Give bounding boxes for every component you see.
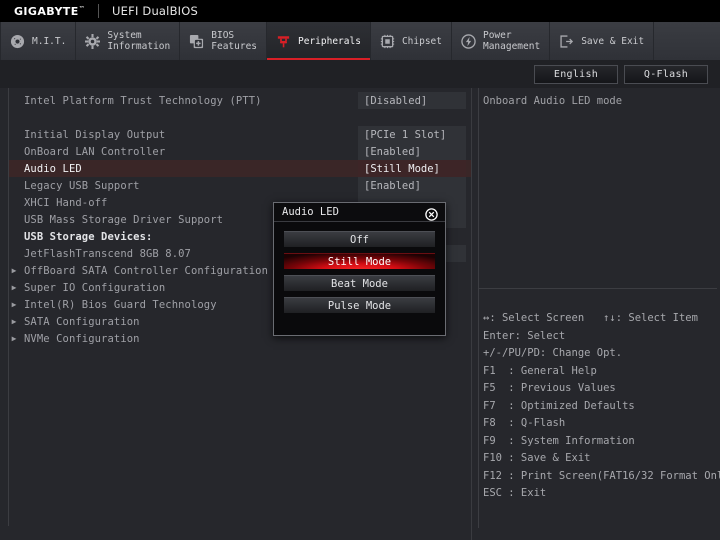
brand-subtitle: UEFI DualBIOS <box>112 4 199 18</box>
dialog-option[interactable]: Off <box>284 231 435 247</box>
tab-power-management[interactable]: Power Management <box>451 22 551 60</box>
tab-label: System Information <box>107 30 171 52</box>
trademark-symbol: ™ <box>78 4 86 12</box>
chipset-icon <box>380 34 395 49</box>
setting-row[interactable]: Initial Display Output [PCIe 1 Slot] <box>9 126 471 143</box>
key-legend-line: F9 : System Information <box>483 434 635 447</box>
bios-screen: GIGABYTE™ UEFI DualBIOS M.I.T. System Inf… <box>0 0 720 540</box>
key-legend-line: F1 : General Help <box>483 364 597 377</box>
submenu-arrow-icon: ▶ <box>11 300 17 309</box>
audio-led-dialog: Audio LED Off Still Mode Beat Mode Pulse Mo… <box>273 202 446 336</box>
help-divider <box>479 288 717 289</box>
tab-bios-features[interactable]: BIOS Features <box>180 22 268 60</box>
tab-label: Peripherals <box>298 35 361 47</box>
disc-icon <box>10 34 25 49</box>
submenu-arrow-icon: ▶ <box>11 283 17 292</box>
setting-row[interactable]: Legacy USB Support [Enabled] <box>9 177 471 194</box>
dialog-option[interactable]: Pulse Mode <box>284 297 435 313</box>
setting-value[interactable]: [Enabled] <box>358 177 466 194</box>
key-legend-line: F10 : Save & Exit <box>483 452 591 464</box>
tab-save-exit[interactable]: Save & Exit <box>550 22 655 60</box>
tab-label: M.I.T. <box>32 35 67 47</box>
key-legend-line: F12 : Print Screen(FAT16/32 Format Only) <box>483 469 720 482</box>
dialog-option-list: Off Still Mode Beat Mode Pulse Mode <box>274 222 445 313</box>
setting-row[interactable]: OnBoard LAN Controller [Enabled] <box>9 143 471 160</box>
key-legend-line: ↔: Select Screen ↑↓: Select Item <box>483 312 698 324</box>
key-legend-line: +/-/PU/PD: Change Opt. <box>483 347 623 359</box>
setting-value[interactable]: [Disabled] <box>358 92 466 109</box>
key-legend-line: F7 : Optimized Defaults <box>483 399 635 412</box>
setting-value[interactable]: [PCIe 1 Slot] <box>358 126 466 143</box>
tab-system-information[interactable]: System Information <box>76 22 181 60</box>
help-left-rule <box>478 88 479 528</box>
secondary-action-bar: English Q-Flash <box>0 60 720 88</box>
setting-row[interactable]: Audio LED [Still Mode] <box>9 160 471 177</box>
tab-m-i-t[interactable]: M.I.T. <box>0 22 77 60</box>
close-circle-icon[interactable] <box>425 206 438 221</box>
bolt-icon <box>461 33 476 49</box>
key-legend-line: F5 : Previous Values <box>483 382 616 394</box>
key-legend-line: F8 : Q-Flash <box>483 417 566 429</box>
qflash-button[interactable]: Q-Flash <box>624 64 708 84</box>
tab-label: BIOS Features <box>211 30 258 52</box>
brand-divider <box>98 4 100 18</box>
language-button[interactable]: English <box>534 64 618 84</box>
key-legend-line: ESC : Exit <box>483 487 547 499</box>
tab-label: Power Management <box>482 30 541 52</box>
gear-icon <box>85 33 101 49</box>
key-legend-line: Enter: Select <box>483 329 566 342</box>
submenu-arrow-icon: ▶ <box>11 317 17 326</box>
setting-row[interactable]: Intel Platform Trust Technology (PTT) [Di… <box>9 92 471 109</box>
brand-bar: GIGABYTE™ UEFI DualBIOS <box>0 0 720 22</box>
dialog-title-bar: Audio LED <box>274 203 445 222</box>
tab-chipset[interactable]: Chipset <box>370 22 452 60</box>
gigabyte-logo: GIGABYTE™ <box>14 4 86 18</box>
help-pane: Onboard Audio LED mode ↔: Select Screen … <box>473 88 720 540</box>
setting-spacer <box>9 109 471 126</box>
tab-peripherals[interactable]: Peripherals <box>267 22 371 60</box>
dialog-option[interactable]: Still Mode <box>284 253 435 269</box>
plug-icon <box>276 34 291 49</box>
chip-stack-icon <box>189 34 204 49</box>
submenu-arrow-icon: ▶ <box>11 334 17 343</box>
main-tab-bar: M.I.T. System Information BIOS Features Per… <box>0 22 720 60</box>
tab-label: Save & Exit <box>581 35 645 47</box>
key-legend: ↔: Select Screen ↑↓: Select Item Enter: S… <box>483 310 720 503</box>
dialog-title: Audio LED <box>282 206 339 218</box>
dialog-option[interactable]: Beat Mode <box>284 275 435 291</box>
setting-value[interactable]: [Still Mode] <box>358 160 466 177</box>
submenu-arrow-icon: ▶ <box>11 266 17 275</box>
setting-value[interactable]: [Enabled] <box>358 143 466 160</box>
help-description: Onboard Audio LED mode <box>483 95 623 107</box>
tab-label: Chipset <box>401 35 442 47</box>
exit-door-icon <box>559 34 574 49</box>
